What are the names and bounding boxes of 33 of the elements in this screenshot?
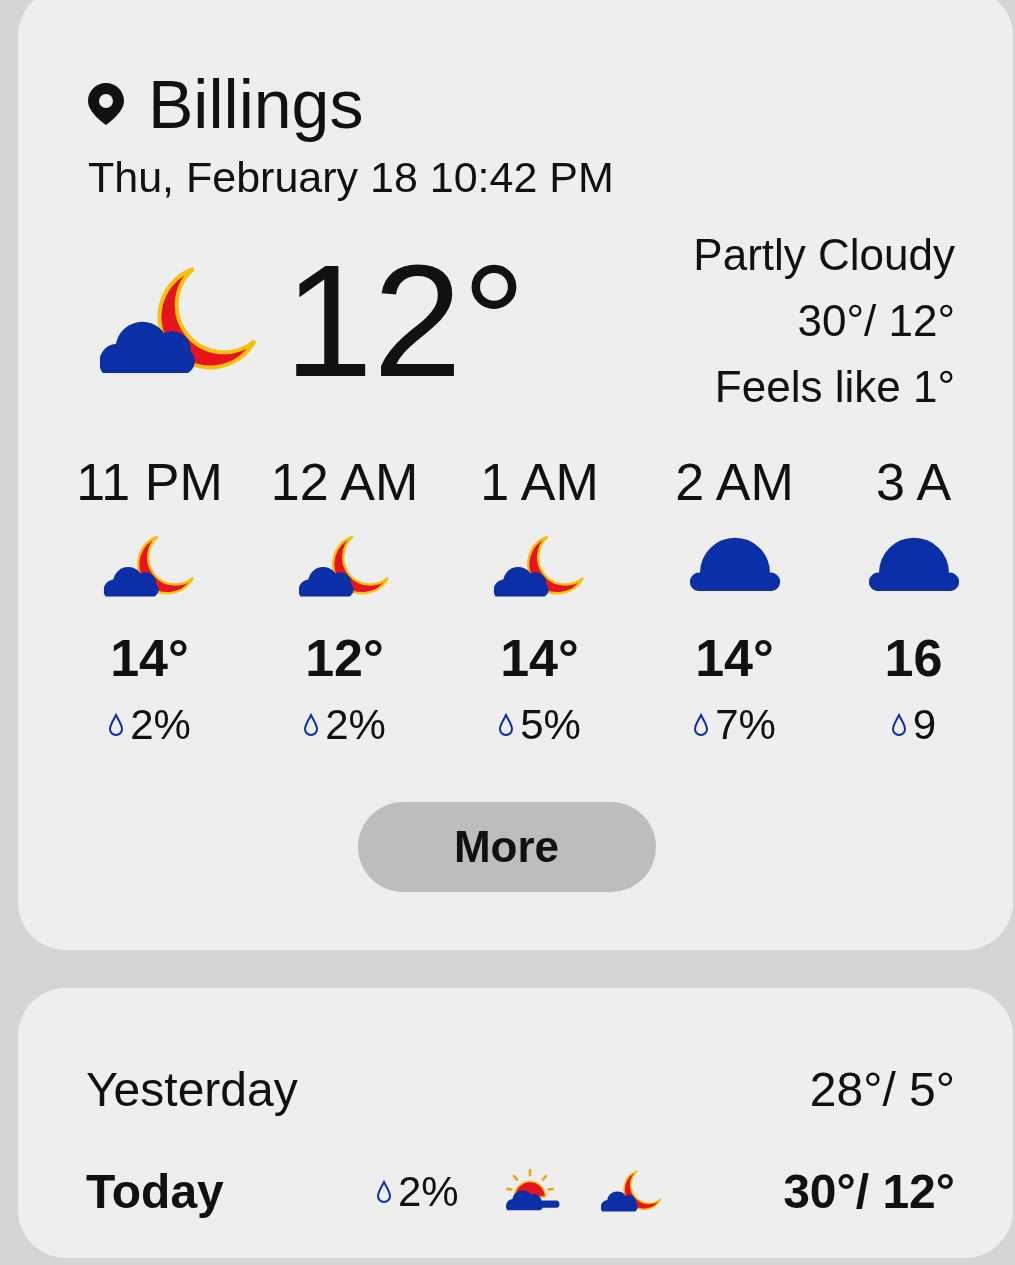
day-label: Yesterday	[86, 1061, 299, 1118]
feels-like-text: Feels like 1°	[714, 360, 955, 413]
hour-temperature: 14°	[695, 631, 774, 684]
precipitation-chance: 2%	[130, 703, 191, 746]
raindrop-icon	[108, 712, 125, 737]
hour-label: 11 PM	[76, 455, 223, 508]
precipitation-chance: 2%	[325, 703, 386, 746]
hour-temperature: 14°	[500, 631, 579, 684]
location-pin-icon	[88, 83, 124, 125]
hour-temperature: 16	[884, 631, 943, 684]
hour-temperature: 14°	[110, 631, 189, 684]
hour-label: 3 A	[875, 455, 952, 508]
precipitation-chance: 5%	[520, 703, 581, 746]
raindrop-icon	[693, 712, 710, 737]
raindrop-icon	[890, 712, 907, 737]
high-low-temperature: 30°/ 12°	[797, 294, 955, 347]
hour-label: 12 AM	[270, 455, 419, 508]
high-low-temperature: 28°/ 5°	[809, 1061, 955, 1118]
hour-label: 2 AM	[675, 455, 794, 508]
condition-text: Partly Cloudy	[693, 228, 955, 281]
more-button[interactable]: More	[357, 801, 656, 892]
raindrop-icon	[376, 1179, 392, 1204]
date-time: Thu, February 18 10:42 PM	[88, 152, 615, 203]
raindrop-icon	[498, 712, 515, 737]
raindrop-icon	[303, 712, 320, 737]
hour-label: 1 AM	[480, 455, 599, 508]
current-temperature: 12°	[284, 240, 526, 401]
precipitation-chance: 9	[912, 703, 937, 746]
precipitation-chance: 7%	[715, 703, 776, 746]
hour-temperature: 12°	[305, 631, 384, 684]
precipitation-chance: 2%	[398, 1167, 459, 1218]
high-low-temperature: 30°/ 12°	[783, 1163, 955, 1220]
day-label: Today	[86, 1163, 225, 1220]
